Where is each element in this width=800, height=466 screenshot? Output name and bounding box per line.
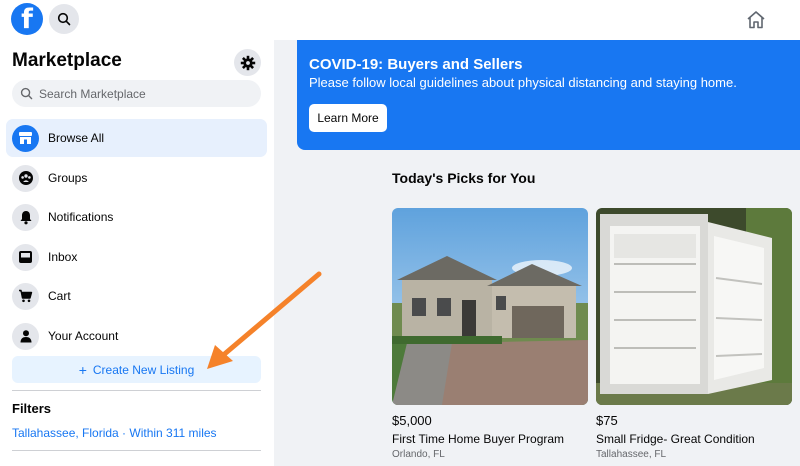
- sidebar-item-label: Notifications: [48, 210, 114, 224]
- cart-icon: [12, 282, 39, 310]
- divider: [12, 390, 261, 391]
- listing-title: First Time Home Buyer Program: [392, 432, 565, 446]
- location-filter-link[interactable]: Tallahassee, Florida · Within 311 miles: [12, 426, 217, 440]
- learn-more-button[interactable]: Learn More: [309, 104, 387, 132]
- listing-card[interactable]: $5,000 First Time Home Buyer Program Orl…: [392, 208, 588, 460]
- sidebar-item-browse-all[interactable]: Browse All: [6, 119, 267, 157]
- search-icon: [57, 12, 71, 26]
- sidebar-item-label: Browse All: [48, 131, 105, 145]
- sidebar-item-label: Groups: [48, 171, 88, 185]
- sidebar-item-label: Inbox: [48, 250, 78, 264]
- banner-text: Please follow local guidelines about phy…: [309, 75, 737, 90]
- fridge-photo: [596, 208, 792, 405]
- create-listing-label: Create New Listing: [92, 362, 195, 377]
- listing-price: $75: [596, 413, 618, 428]
- banner-title: COVID-19: Buyers and Sellers: [309, 56, 523, 73]
- person-icon: [12, 322, 39, 350]
- listing-title: Small Fridge- Great Condition: [596, 432, 755, 446]
- listing-card[interactable]: $75 Small Fridge- Great Condition Tallah…: [596, 208, 792, 460]
- divider: [12, 450, 261, 451]
- home-button[interactable]: [741, 6, 771, 32]
- settings-button[interactable]: [234, 49, 261, 76]
- sidebar-item-label: Cart: [48, 289, 71, 303]
- filters-heading: Filters: [12, 401, 52, 416]
- covid-banner: COVID-19: Buyers and Sellers Please foll…: [297, 40, 800, 150]
- sidebar-item-notifications[interactable]: Notifications: [6, 198, 267, 236]
- sidebar-item-groups[interactable]: Groups: [6, 159, 267, 197]
- bell-icon: [12, 203, 39, 231]
- search-icon: [20, 87, 33, 100]
- facebook-logo[interactable]: f: [11, 3, 43, 35]
- search-input[interactable]: [39, 86, 239, 101]
- annotation-arrow: [207, 271, 322, 369]
- inbox-icon: [12, 243, 39, 271]
- marketplace-search[interactable]: [12, 80, 261, 107]
- house-photo: [392, 208, 588, 405]
- listing-location: Orlando, FL: [392, 449, 445, 460]
- listing-location: Tallahassee, FL: [596, 449, 667, 460]
- search-button[interactable]: [49, 4, 79, 34]
- plus-icon: +: [78, 361, 87, 378]
- gear-icon: [240, 55, 255, 70]
- top-bar: f: [0, 0, 800, 40]
- marketplace-sidebar: Marketplace Browse All: [0, 40, 274, 466]
- listing-price: $5,000: [392, 413, 432, 428]
- storefront-icon: [12, 124, 39, 152]
- sidebar-title: Marketplace: [12, 50, 122, 71]
- home-icon: [747, 10, 765, 28]
- groups-icon: [12, 164, 39, 192]
- sidebar-item-label: Your Account: [48, 329, 119, 343]
- section-title: Today's Picks for You: [392, 170, 536, 186]
